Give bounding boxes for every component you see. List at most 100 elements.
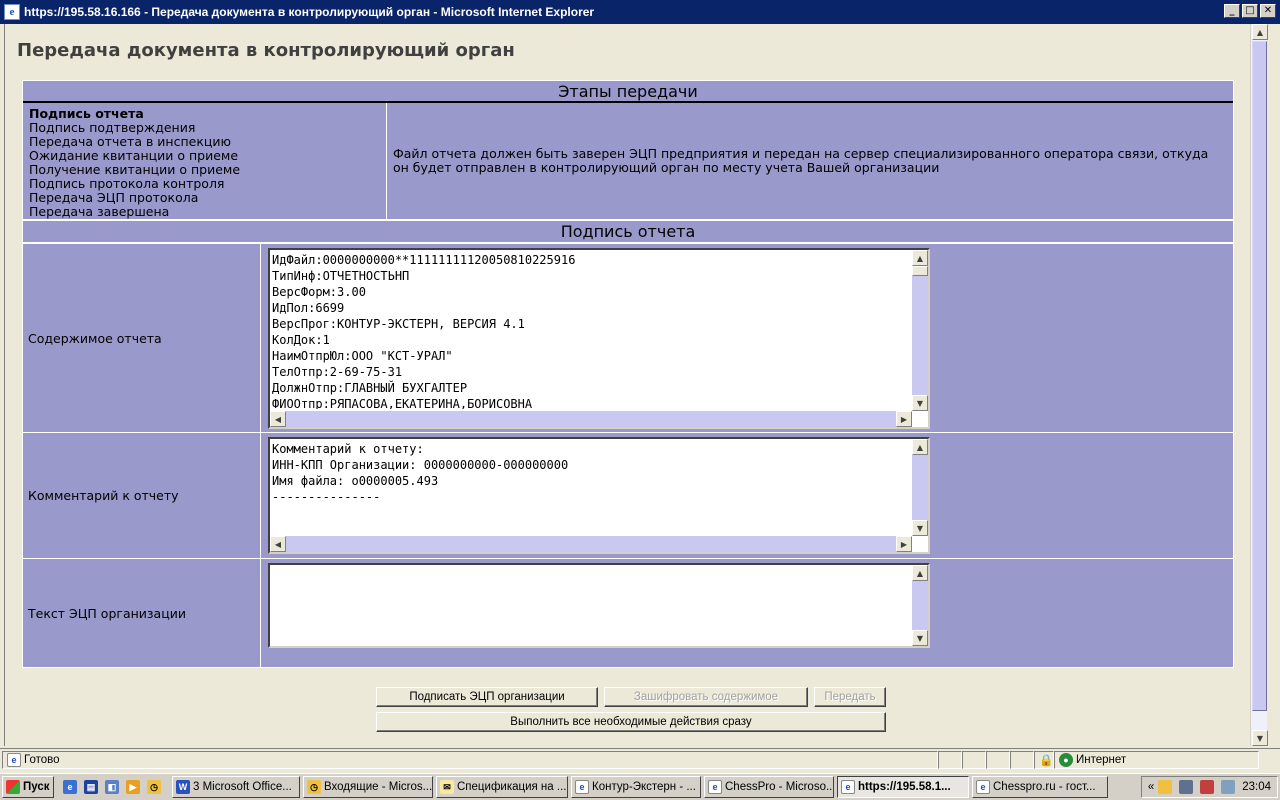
ie-icon: e [575,780,589,794]
tray-clock-icon[interactable] [1158,780,1173,794]
stage-item: Подпись подтверждения [29,120,196,135]
scroll-up-icon[interactable]: ▲ [912,250,928,266]
taskbar-item-label: https://195.58.1... [858,781,951,793]
scroll-down-icon[interactable]: ▼ [1252,730,1268,746]
zone-text: Интернет [1076,753,1127,766]
taskbar-item[interactable]: e Контур-Экстерн - ... [571,776,701,798]
comment-text: Комментарий к отчету: ИНН-КПП Организаци… [272,442,569,504]
stage-item: Передача ЭЦП протокола [29,190,199,205]
ie-icon: e [841,780,855,794]
stage-item: Получение квитанции о приеме [29,162,241,177]
page-scroll-thumb[interactable] [1252,41,1267,711]
taskbar-item-label: ChessPro - Microso... [725,781,834,793]
taskbar-item[interactable]: ✉ Спецификация на ... [436,776,568,798]
page-icon: e [7,752,21,767]
stage-item: Подпись протокола контроля [29,176,225,191]
status-text: Готово [24,753,60,766]
comment-row: Комментарий к отчету Комментарий к отчет… [23,432,1233,558]
ie-icon: e [708,780,722,794]
taskbar-item[interactable]: e ChessPro - Microso... [704,776,834,798]
taskbar-items: W3 Microsoft Office... ◷ Входящие - Micros… [172,776,1111,798]
taskbar-item[interactable]: e https://195.58.1... [837,776,969,798]
status-bar: e Готово 🔒 ● Интернет [0,748,1280,770]
globe-icon: ● [1059,752,1073,767]
ie-icon: e [4,4,20,20]
maximize-button[interactable]: □ [1242,4,1258,18]
windows-logo-icon [6,780,20,794]
page-vscroll[interactable]: ▲ ▼ [1250,24,1268,746]
scroll-up-icon[interactable]: ▲ [1252,24,1268,40]
tray-expand-button[interactable]: « [1148,781,1154,793]
taskbar-item-label: Спецификация на ... [457,781,567,793]
comment-label: Комментарий к отчету [23,433,261,558]
comment-textarea[interactable]: Комментарий к отчету: ИНН-КПП Организаци… [268,437,930,554]
start-button[interactable]: Пуск [2,776,54,798]
outlook-icon: ◷ [307,780,321,794]
media-player-icon[interactable]: ▶ [126,780,140,794]
clock-app-icon[interactable]: ◷ [147,780,161,794]
clock: 23:04 [1242,781,1271,793]
comment-hscroll[interactable]: ◀ ▶ [270,536,912,552]
window-title: https://195.58.16.166 - Передача докумен… [24,5,595,19]
status-cell [938,750,962,769]
sign-button[interactable]: Подписать ЭЦП организации [376,687,598,707]
scroll-up-icon[interactable]: ▲ [912,565,928,581]
scroll-right-icon[interactable]: ▶ [896,536,912,552]
encrypt-button[interactable]: Зашифровать содержимое [604,687,808,707]
outlook-icon[interactable]: ▤ [84,780,98,794]
quick-launch: e ▤ ◧ ▶ ◷ [63,780,164,794]
scroll-thumb[interactable] [912,266,928,276]
word-icon: W [176,780,190,794]
tray-network-icon[interactable] [1179,780,1194,794]
scroll-left-icon[interactable]: ◀ [270,536,286,552]
close-button[interactable]: ✕ [1260,4,1276,18]
stage-item: Передача отчета в инспекцию [29,134,232,149]
content-row: Содержимое отчета ИдФайл:0000000000**111… [23,243,1233,432]
minimize-button[interactable]: _ [1224,4,1240,18]
ecp-textarea[interactable]: ▲ ▼ [268,563,930,648]
ecp-row: Текст ЭЦП организации ▲ ▼ [23,558,1233,667]
ecp-label: Текст ЭЦП организации [23,559,261,667]
content-label: Содержимое отчета [23,244,261,432]
scroll-down-icon[interactable]: ▼ [912,630,928,646]
taskbar-item-label: Chesspro.ru - гост... [993,781,1096,793]
taskbar-item-label: Контур-Экстерн - ... [592,781,696,793]
status-text-cell: e Готово [2,750,938,769]
zone-cell: ● Интернет [1054,750,1259,769]
lock-icon: 🔒 [1034,750,1054,769]
status-cell [962,750,986,769]
stage-item: Подпись отчета [29,106,144,121]
content-textarea[interactable]: ИдФайл:0000000000**111111111200508102259… [268,248,930,429]
desktop-icon[interactable]: ◧ [105,780,119,794]
taskbar-item[interactable]: ◷ Входящие - Micros... [303,776,433,798]
stage-description: Файл отчета должен быть заверен ЭЦП пред… [393,146,1209,175]
do-all-button[interactable]: Выполнить все необходимые действия сразу [376,712,886,732]
comment-vscroll[interactable]: ▲ ▼ [912,439,928,536]
page-content: Передача документа в контролирующий орга… [4,24,1250,746]
scroll-down-icon[interactable]: ▼ [912,520,928,536]
scroll-up-icon[interactable]: ▲ [912,439,928,455]
status-cell [1010,750,1034,769]
sign-panel: Подпись отчета Содержимое отчета ИдФайл:… [22,220,1234,668]
scroll-right-icon[interactable]: ▶ [896,411,912,427]
content-vscroll[interactable]: ▲ ▼ [912,250,928,411]
mail-icon: ✉ [440,780,454,794]
stage-list: Подпись отчета Подпись подтверждения Перед… [24,103,387,219]
stage-item: Передача завершена [29,204,170,219]
tray-app-icon[interactable] [1221,780,1236,794]
scroll-down-icon[interactable]: ▼ [912,395,928,411]
sign-header: Подпись отчета [23,221,1233,243]
ie-icon[interactable]: e [63,780,77,794]
content-hscroll[interactable]: ◀ ▶ [270,411,912,427]
scroll-left-icon[interactable]: ◀ [270,411,286,427]
ecp-vscroll[interactable]: ▲ ▼ [912,565,928,646]
ecp-text [272,567,910,644]
send-button[interactable]: Передать [814,687,886,707]
taskbar-item[interactable]: e Chesspro.ru - гост... [972,776,1108,798]
title-bar[interactable]: e https://195.58.16.166 - Передача докум… [0,0,1280,24]
content-text: ИдФайл:0000000000**111111111200508102259… [272,253,576,409]
browser-window: e https://195.58.16.166 - Передача докум… [0,0,1280,770]
tray-volume-icon[interactable] [1200,780,1215,794]
stages-header: Этапы передачи [23,81,1233,103]
taskbar-item[interactable]: W3 Microsoft Office... [172,776,300,798]
